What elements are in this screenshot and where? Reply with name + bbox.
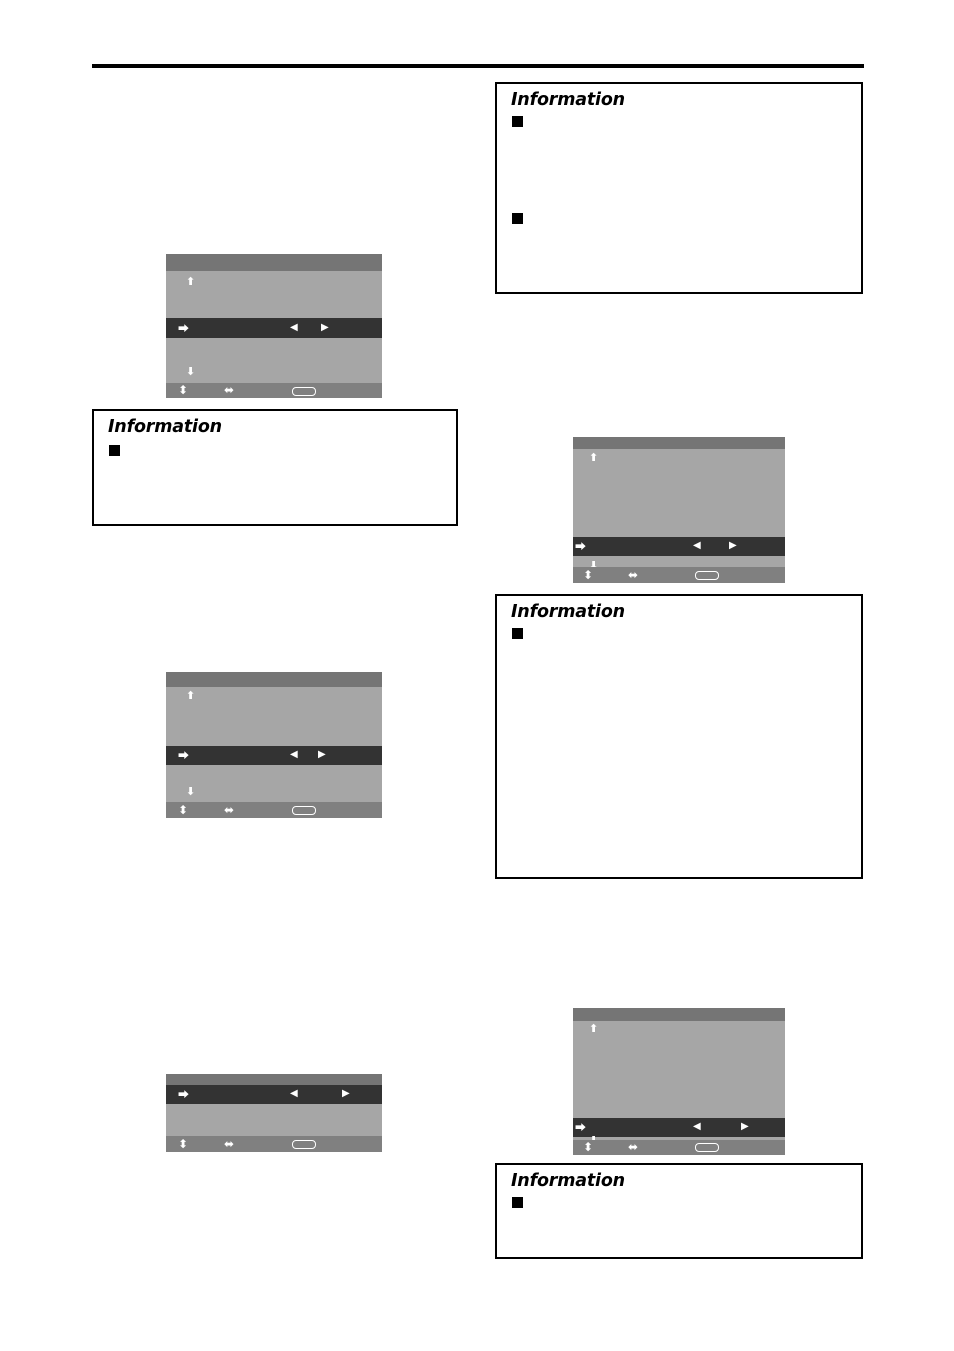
osd-body xyxy=(166,687,382,801)
osd-menu-right-2: ⬆ ⮕ ◀ ▶ ⬇ ⬍ ⬌ xyxy=(573,1008,785,1155)
arrow-up-icon: ⬆ xyxy=(589,1022,599,1035)
osd-footer-bar: ⬍ ⬌ xyxy=(573,1140,785,1155)
bullet-square-icon xyxy=(512,1197,523,1208)
up-down-arrow-icon: ⬍ xyxy=(178,1137,189,1151)
info-box-bullets xyxy=(94,411,456,524)
info-box-bullets xyxy=(497,84,861,292)
left-right-arrow-icon: ⬌ xyxy=(224,383,235,397)
osd-selected-row[interactable] xyxy=(166,746,382,765)
info-box-right-bottom: Information xyxy=(495,1163,863,1259)
triangle-left-icon[interactable]: ◀ xyxy=(693,541,701,551)
info-box-bullets xyxy=(497,596,861,877)
osd-menu-left-3: ⮕ ◀ ▶ ⬍ ⬌ xyxy=(166,1074,382,1152)
osd-selected-row[interactable] xyxy=(573,1118,785,1137)
osd-selected-row[interactable] xyxy=(573,537,785,556)
rounded-button-icon xyxy=(292,1140,316,1149)
triangle-right-icon[interactable]: ▶ xyxy=(342,1089,350,1099)
up-down-arrow-icon: ⬍ xyxy=(583,1140,594,1154)
info-box-right-middle: Information xyxy=(495,594,863,879)
arrow-right-icon: ⮕ xyxy=(178,322,189,335)
triangle-left-icon[interactable]: ◀ xyxy=(290,323,298,333)
triangle-left-icon[interactable]: ◀ xyxy=(290,1089,298,1099)
triangle-right-icon[interactable]: ▶ xyxy=(741,1122,749,1132)
arrow-down-icon: ⬇ xyxy=(186,785,196,798)
bullet-square-icon xyxy=(109,445,120,456)
arrow-right-icon: ⮕ xyxy=(575,1121,586,1134)
osd-header-bar xyxy=(166,672,382,687)
info-box-top-right: Information xyxy=(495,82,863,294)
left-right-arrow-icon: ⬌ xyxy=(224,803,235,817)
triangle-right-icon[interactable]: ▶ xyxy=(321,323,329,333)
osd-menu-left-1: ⬆ ⮕ ◀ ▶ ⬇ ⬍ ⬌ xyxy=(166,254,382,398)
osd-header-bar xyxy=(166,1074,382,1085)
arrow-up-icon: ⬆ xyxy=(186,689,196,702)
osd-menu-left-2: ⬆ ⮕ ◀ ▶ ⬇ ⬍ ⬌ xyxy=(166,672,382,818)
up-down-arrow-icon: ⬍ xyxy=(178,803,189,817)
arrow-up-icon: ⬆ xyxy=(589,451,599,464)
up-down-arrow-icon: ⬍ xyxy=(178,383,189,397)
osd-header-bar xyxy=(573,1008,785,1021)
arrow-right-icon: ⮕ xyxy=(575,540,586,553)
rounded-button-icon xyxy=(292,387,316,396)
left-right-arrow-icon: ⬌ xyxy=(224,1137,235,1151)
triangle-right-icon[interactable]: ▶ xyxy=(729,541,737,551)
page-header-rule xyxy=(92,64,864,68)
triangle-left-icon[interactable]: ◀ xyxy=(693,1122,701,1132)
left-right-arrow-icon: ⬌ xyxy=(628,1140,639,1154)
osd-menu-right-1: ⬆ ⮕ ◀ ▶ ⬇ ⬍ ⬌ xyxy=(573,437,785,583)
osd-header-bar xyxy=(166,254,382,271)
arrow-down-icon: ⬇ xyxy=(186,365,196,378)
triangle-left-icon[interactable]: ◀ xyxy=(290,750,298,760)
bullet-square-icon xyxy=(512,116,523,127)
rounded-button-icon xyxy=(695,571,719,580)
manual-page: ⬆ ⮕ ◀ ▶ ⬇ ⬍ ⬌ Information ⬆ ⮕ ◀ ▶ ⬇ ⬍ ⬌ xyxy=(0,0,954,1351)
osd-footer-bar: ⬍ ⬌ xyxy=(166,383,382,398)
osd-header-bar xyxy=(573,437,785,449)
osd-footer-bar: ⬍ ⬌ xyxy=(166,802,382,818)
left-right-arrow-icon: ⬌ xyxy=(628,568,639,582)
info-box-bullets xyxy=(497,1165,861,1257)
osd-footer-bar: ⬍ ⬌ xyxy=(573,567,785,583)
triangle-right-icon[interactable]: ▶ xyxy=(318,750,326,760)
osd-footer-bar: ⬍ ⬌ xyxy=(166,1136,382,1152)
arrow-right-icon: ⮕ xyxy=(178,749,189,762)
arrow-right-icon: ⮕ xyxy=(178,1088,189,1101)
info-box-left-upper: Information xyxy=(92,409,458,526)
arrow-up-icon: ⬆ xyxy=(186,275,196,288)
bullet-square-icon xyxy=(512,213,523,224)
bullet-square-icon xyxy=(512,628,523,639)
up-down-arrow-icon: ⬍ xyxy=(583,568,594,582)
rounded-button-icon xyxy=(292,806,316,815)
rounded-button-icon xyxy=(695,1143,719,1152)
osd-selected-row[interactable] xyxy=(166,318,382,338)
